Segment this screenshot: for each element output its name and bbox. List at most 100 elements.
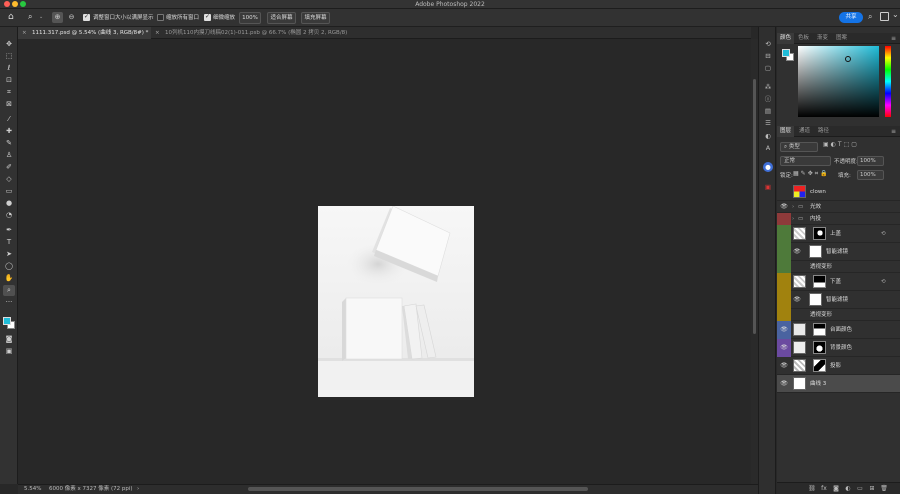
layer-row[interactable]: 下盖 ⟲ [777, 273, 900, 291]
zoom-tool-icon[interactable]: ⌕ [28, 12, 32, 22]
layer-row[interactable]: 👁 台面颜色 [777, 321, 900, 339]
clone-stamp-tool-icon[interactable]: ♙ [3, 150, 15, 161]
filter-icons[interactable]: ▣◐T⬚▢ [823, 141, 859, 148]
lock-icons[interactable]: ▦✎✥⌗🔒 [793, 170, 830, 178]
eraser-tool-icon[interactable]: ◇ [3, 174, 15, 185]
chevron-down-icon[interactable]: ⌄ [39, 14, 43, 20]
workspace-icon[interactable] [880, 12, 889, 21]
zoom-in-icon[interactable]: ⊕ [52, 12, 63, 23]
layer-group-row[interactable]: › ▭ 内投 [777, 213, 900, 225]
status-menu-arrow[interactable]: › [137, 485, 139, 494]
mask-icon[interactable]: ◙ [831, 484, 841, 494]
vertical-scrollbar[interactable] [751, 39, 758, 484]
zoom-tool-icon[interactable]: ⌕ [3, 285, 15, 296]
properties-icon[interactable]: ⊟ [763, 51, 773, 61]
marquee-tool-icon[interactable]: ⬚ [3, 51, 15, 62]
scrubby-zoom-checkbox[interactable] [204, 13, 211, 21]
tab-channels[interactable]: 通道 [796, 126, 813, 137]
object-select-tool-icon[interactable]: ⊡ [3, 75, 15, 86]
type-tool-icon[interactable]: T [3, 237, 15, 248]
tab-swatches[interactable]: 色板 [795, 33, 812, 44]
eye-icon[interactable]: 👁 [778, 201, 790, 213]
brush-tool-icon[interactable]: ✎ [3, 138, 15, 149]
lasso-tool-icon[interactable]: ℓ [3, 63, 15, 74]
layer-row[interactable]: clown [777, 183, 900, 201]
ellipse-tool-icon[interactable]: ◯ [3, 261, 15, 272]
filter-row[interactable]: 透视变形 [777, 261, 900, 273]
info-icon[interactable]: ⓘ [763, 94, 773, 104]
opacity-input[interactable]: 100% [857, 156, 884, 166]
foreground-color-swatch[interactable] [3, 317, 11, 325]
adjustment-icon[interactable]: ◐ [843, 484, 853, 494]
comment-icon[interactable]: ▢ [763, 63, 773, 73]
layer-row[interactable]: 👁 投影 [777, 357, 900, 375]
filter-row[interactable]: 透视变形 [777, 309, 900, 321]
tab-document-2[interactable]: × 10列机110内摸刀线稿02(1)-011.psb @ 66.7% (椭圆 … [151, 27, 451, 39]
chevron-down-icon[interactable]: ⌄ [892, 10, 899, 19]
search-icon[interactable]: ⌕ [868, 12, 872, 22]
tab-paths[interactable]: 路径 [815, 126, 832, 137]
pen-tool-icon[interactable]: ✒ [3, 225, 15, 236]
smart-filter-row[interactable]: 👁 智能滤镜 [777, 291, 900, 309]
zoom-100-button[interactable]: 100% [239, 12, 261, 24]
crop-tool-icon[interactable]: ⌗ [3, 87, 15, 98]
panel-menu-icon[interactable]: ≡ [891, 33, 896, 44]
hue-slider[interactable] [885, 46, 891, 117]
history-brush-tool-icon[interactable]: ✐ [3, 162, 15, 173]
zoom-readout[interactable]: 5.54% [24, 485, 41, 494]
healing-brush-tool-icon[interactable]: ✚ [3, 126, 15, 137]
blend-mode-select[interactable]: 正常 [780, 156, 831, 166]
eye-icon[interactable]: 👁 [791, 291, 803, 309]
eye-icon[interactable]: 👁 [778, 321, 790, 339]
home-icon[interactable]: ⌂ [8, 12, 14, 22]
fill-input[interactable]: 100% [857, 170, 884, 180]
smart-filter-icon[interactable]: ⟲ [881, 225, 886, 243]
hand-tool-icon[interactable]: ✋ [3, 273, 15, 284]
eye-icon[interactable]: 👁 [778, 339, 790, 357]
scroll-thumb[interactable] [753, 79, 756, 334]
tab-patterns[interactable]: 图案 [833, 33, 850, 44]
layer-comps-icon[interactable]: ▤ [763, 106, 773, 116]
panel-menu-icon[interactable]: ≡ [891, 126, 896, 137]
tab-document-1[interactable]: × 1111.317.psd @ 5.54% (曲线 3, RGB/8#) * [18, 27, 151, 39]
fx-icon[interactable]: fx [819, 484, 829, 494]
horizontal-scroll-thumb[interactable] [248, 487, 588, 491]
screen-mode-icon[interactable]: ▣ [3, 346, 15, 357]
close-icon[interactable]: × [22, 27, 27, 39]
tab-layers[interactable]: 图层 [777, 126, 795, 137]
layer-filter-select[interactable]: ⌕ 类型 [780, 142, 818, 152]
group-icon[interactable]: ▭ [855, 484, 865, 494]
more-tools-icon[interactable]: ··· [3, 297, 15, 308]
blur-tool-icon[interactable]: ● [3, 198, 15, 209]
tab-gradients[interactable]: 渐变 [814, 33, 831, 44]
close-icon[interactable]: × [155, 27, 160, 39]
frame-tool-icon[interactable]: ⊠ [3, 99, 15, 110]
fill-screen-button[interactable]: 填充屏幕 [301, 12, 330, 24]
zoom-out-icon[interactable]: ⊖ [66, 12, 77, 23]
history-icon[interactable]: ⟲ [763, 39, 773, 49]
share-button[interactable]: 共享 [839, 12, 863, 23]
path-select-tool-icon[interactable]: ➤ [3, 249, 15, 260]
layer-row[interactable]: 上盖 ⟲ [777, 225, 900, 243]
color-panel-foreground[interactable] [782, 49, 790, 57]
gradient-tool-icon[interactable]: ▭ [3, 186, 15, 197]
zoom-all-checkbox[interactable] [157, 14, 164, 21]
character-icon[interactable]: A [763, 143, 773, 153]
eye-icon[interactable]: 👁 [791, 243, 803, 261]
document-canvas[interactable] [318, 206, 474, 397]
dodge-tool-icon[interactable]: ◔ [3, 210, 15, 221]
trash-icon[interactable]: 🗑 [879, 484, 889, 494]
resize-windows-checkbox[interactable] [83, 13, 90, 21]
fit-screen-button[interactable]: 适合屏幕 [267, 12, 296, 24]
quick-mask-icon[interactable]: ◙ [3, 334, 15, 345]
smart-filter-row[interactable]: 👁 智能滤镜 [777, 243, 900, 261]
plugin-icon[interactable]: ● [763, 162, 773, 172]
eye-icon[interactable]: 👁 [778, 375, 790, 393]
picker-cursor[interactable] [845, 56, 851, 62]
styles-icon[interactable]: ◐ [763, 131, 773, 141]
link-icon[interactable]: ⛓ [807, 484, 817, 494]
tab-color[interactable]: 颜色 [777, 33, 795, 44]
smart-filter-icon[interactable]: ⟲ [881, 273, 886, 291]
brush-settings-icon[interactable]: ⁂ [763, 82, 773, 92]
color-picker-field[interactable] [798, 46, 879, 117]
